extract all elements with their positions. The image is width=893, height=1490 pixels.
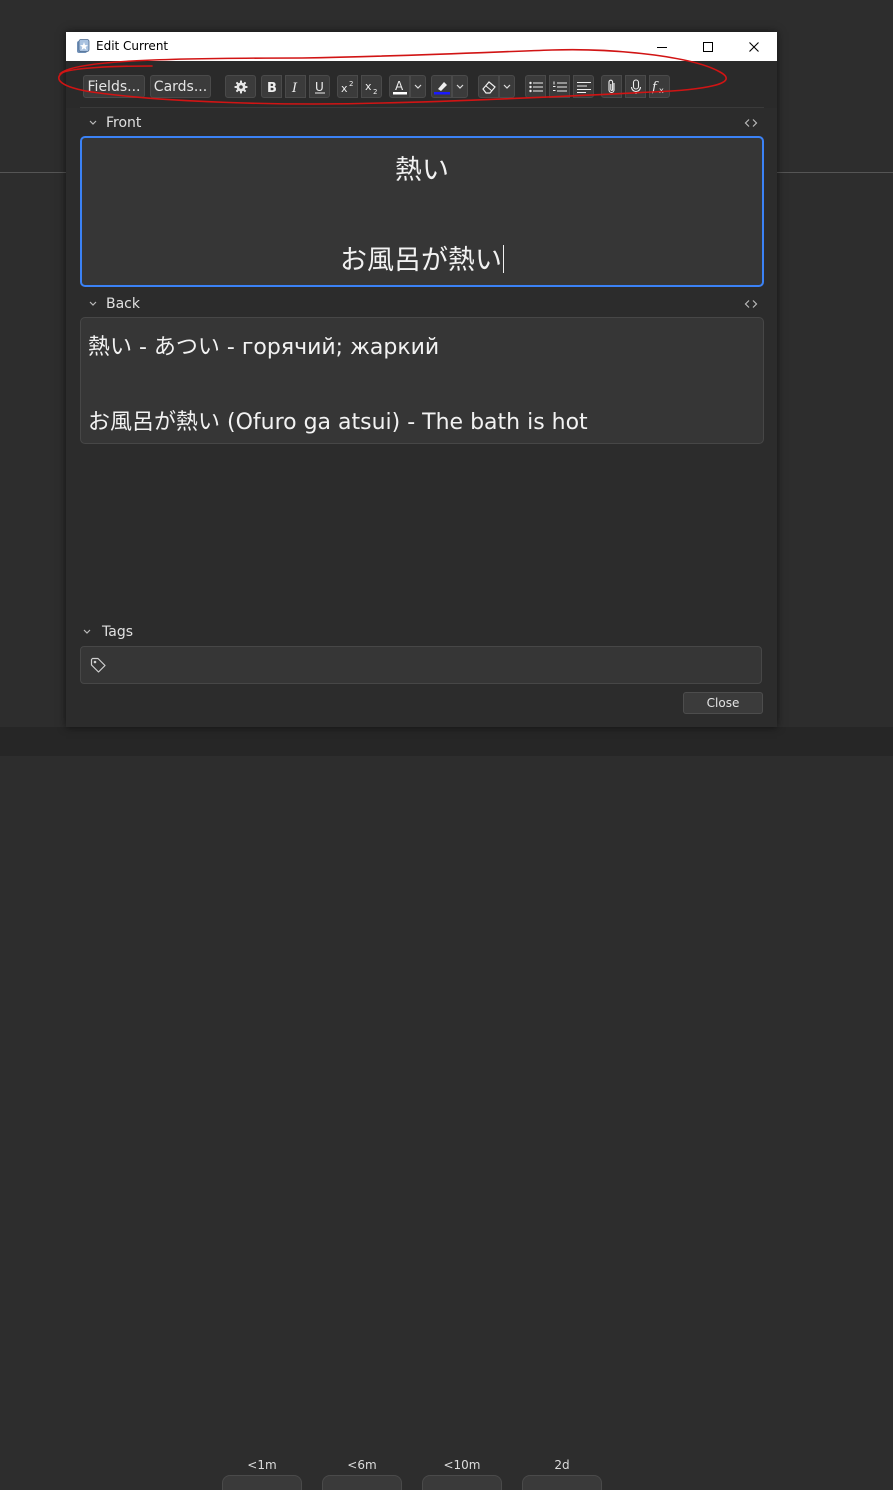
svg-text:f: f	[652, 80, 659, 95]
options-button[interactable]	[225, 75, 256, 98]
clear-format-dropdown[interactable]	[499, 75, 515, 98]
collapse-chevron-icon[interactable]	[82, 627, 92, 637]
italic-button[interactable]: I	[285, 75, 306, 98]
collapse-chevron-icon[interactable]	[88, 299, 98, 309]
subscript-button[interactable]: x2	[361, 75, 382, 98]
subscript-icon: x2	[365, 80, 377, 94]
good-button[interactable]	[422, 1475, 502, 1490]
front-field-label: Front	[106, 115, 142, 131]
text-caret	[503, 245, 504, 273]
numbered-list-button[interactable]	[549, 75, 570, 98]
hard-button[interactable]	[322, 1475, 402, 1490]
underline-button[interactable]: U	[309, 75, 330, 98]
clear-format-button[interactable]	[478, 75, 499, 98]
chevron-down-icon	[414, 84, 422, 89]
function-icon: fx	[652, 80, 664, 95]
front-field-editor[interactable]: 熱い お風呂が熱い	[80, 136, 764, 287]
gear-icon	[234, 80, 247, 93]
app-icon	[77, 39, 90, 53]
tags-label: Tags	[102, 624, 133, 640]
attachment-icon	[607, 79, 615, 93]
svg-text:2: 2	[373, 88, 377, 94]
superscript-button[interactable]: x2	[337, 75, 358, 98]
highlight-icon	[433, 81, 450, 94]
back-field-editor[interactable]: 熱い - あつい - горячий; жаркий お風呂が熱い (Ofuro…	[80, 317, 764, 444]
ease-again-time: <1m	[247, 1458, 277, 1472]
microphone-icon	[630, 78, 641, 94]
tag-icon	[90, 657, 106, 673]
minimize-icon	[657, 46, 667, 48]
svg-text:B: B	[267, 81, 277, 94]
mathjax-button[interactable]: fx	[649, 75, 670, 98]
front-text-line-1: 熱い	[395, 155, 449, 186]
front-field-header[interactable]: Front	[80, 115, 764, 133]
close-window-button[interactable]	[731, 32, 777, 61]
eraser-icon	[481, 80, 496, 94]
bold-icon: B	[267, 81, 277, 94]
svg-text:x: x	[341, 82, 348, 94]
answer-bar: <1m <6m <10m 2d	[0, 727, 893, 1490]
align-icon	[576, 81, 591, 93]
chevron-down-icon	[456, 84, 464, 89]
edit-current-window: Edit Current Fields... Cards... B I U x …	[58, 32, 777, 727]
close-button[interactable]: Close	[683, 692, 763, 714]
back-text-line-1: 熱い - あつい - горячий; жаркий	[88, 335, 440, 360]
ease-good-time: <10m	[443, 1458, 481, 1472]
chevron-down-icon	[503, 84, 511, 89]
maximize-button[interactable]	[685, 32, 731, 61]
back-text-line-2: お風呂が熱い (Ofuro ga atsui) - The bath is ho…	[88, 410, 588, 435]
html-editor-toggle-icon[interactable]	[744, 118, 758, 128]
attach-button[interactable]	[601, 75, 622, 98]
collapse-chevron-icon[interactable]	[88, 118, 98, 128]
svg-text:x: x	[365, 80, 372, 93]
svg-text:A: A	[395, 79, 404, 93]
fields-button[interactable]: Fields...	[83, 75, 145, 98]
editor-toolbar: Fields... Cards... B I U x2 x 2 A f x	[58, 48, 777, 108]
highlight-dropdown[interactable]	[452, 75, 468, 98]
front-text-line-2: お風呂が熱い	[82, 238, 762, 277]
toolbar-divider	[80, 107, 764, 108]
bullet-list-icon	[528, 81, 543, 92]
html-editor-toggle-icon[interactable]	[744, 299, 758, 309]
underline-icon: U	[314, 80, 325, 94]
svg-text:x: x	[659, 86, 664, 95]
text-color-dropdown[interactable]	[410, 75, 426, 98]
back-field-header[interactable]: Back	[80, 296, 764, 314]
text-color-icon: A	[392, 79, 407, 94]
text-color-button[interactable]: A	[389, 75, 410, 98]
easy-button[interactable]	[522, 1475, 602, 1490]
italic-icon: I	[291, 81, 298, 94]
minimize-button[interactable]	[639, 32, 685, 61]
title-bar[interactable]: Edit Current	[66, 32, 777, 61]
maximize-icon	[703, 41, 713, 52]
again-button[interactable]	[222, 1475, 302, 1490]
bold-button[interactable]: B	[261, 75, 282, 98]
svg-text:U: U	[315, 80, 324, 94]
record-audio-button[interactable]	[625, 75, 646, 98]
back-field-label: Back	[106, 296, 140, 312]
superscript-icon: x2	[341, 80, 353, 94]
front-text-line-2-content: お風呂が熱い	[340, 245, 502, 276]
svg-text:I: I	[291, 81, 298, 94]
numbered-list-icon	[552, 81, 567, 91]
tags-header[interactable]: Tags	[74, 624, 758, 642]
svg-text:2: 2	[349, 80, 353, 88]
window-title: Edit Current	[96, 39, 169, 53]
ease-hard-time: <6m	[347, 1458, 377, 1472]
tags-input[interactable]	[80, 646, 762, 684]
close-icon	[749, 41, 759, 52]
cards-button[interactable]: Cards...	[150, 75, 211, 98]
ease-easy-time: 2d	[554, 1458, 570, 1472]
bullet-list-button[interactable]	[525, 75, 546, 98]
align-button[interactable]	[573, 75, 594, 98]
highlight-button[interactable]	[431, 75, 452, 98]
